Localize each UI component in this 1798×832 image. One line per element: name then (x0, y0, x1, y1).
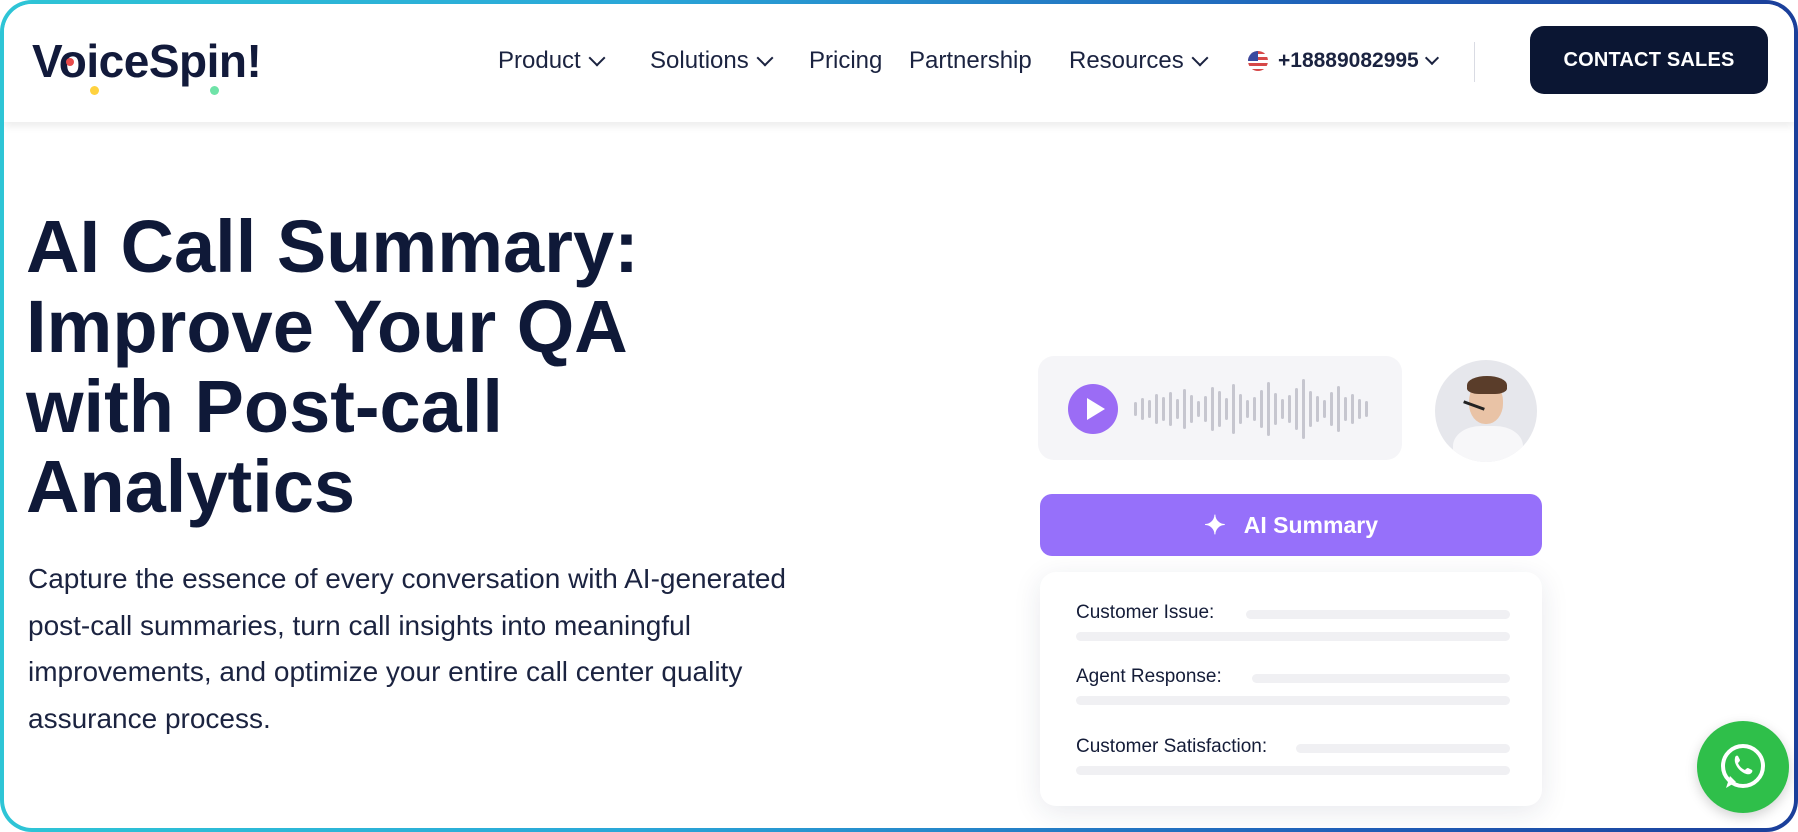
nav-divider (1474, 42, 1475, 82)
placeholder-line (1076, 696, 1510, 705)
waveform-bar (1337, 386, 1340, 432)
summary-field-label: Customer Issue: (1076, 602, 1215, 623)
play-button[interactable] (1068, 384, 1118, 434)
waveform-bar (1267, 382, 1270, 436)
hero-title-line: Improve Your QA (26, 285, 628, 368)
waveform-bar (1134, 402, 1137, 416)
waveform-bar (1232, 384, 1235, 434)
waveform-bar (1190, 395, 1193, 423)
hero-title-line: with Post-call (26, 365, 503, 448)
ai-summary-button[interactable]: ✦ AI Summary (1040, 494, 1542, 556)
waveform-bar (1204, 396, 1207, 422)
page-frame: VoiceSpin! Product Solutions Pricing Par… (0, 0, 1798, 832)
placeholder-line (1076, 766, 1510, 775)
phone-number: +18889082995 (1278, 49, 1419, 72)
phone-selector[interactable]: +18889082995 (1248, 44, 1439, 78)
waveform-bar (1344, 397, 1347, 421)
nav-resources[interactable]: Resources (1069, 44, 1209, 78)
audio-player-card (1038, 356, 1402, 460)
us-flag-icon (1248, 51, 1268, 71)
nav-partnership[interactable]: Partnership (909, 44, 1032, 78)
waveform-bar (1141, 398, 1144, 420)
nav-pricing-label: Pricing (809, 47, 883, 74)
whatsapp-icon (1721, 744, 1765, 788)
chevron-down-icon (1424, 50, 1439, 66)
waveform-bar (1330, 392, 1333, 426)
whatsapp-chat-button[interactable] (1697, 721, 1789, 813)
waveform-bar (1281, 399, 1284, 419)
waveform-bar (1309, 391, 1312, 427)
waveform-bar (1316, 396, 1319, 422)
placeholder-line (1246, 610, 1510, 619)
summary-card: Customer Issue: Agent Response: Customer… (1040, 572, 1542, 806)
waveform-bar (1288, 395, 1291, 423)
sparkle-icon: ✦ (1203, 510, 1226, 540)
waveform-bar (1169, 392, 1172, 426)
waveform-bar (1183, 389, 1186, 429)
logo-dot-yellow (90, 86, 99, 95)
hero-subtitle-line: Capture the essence of every conversatio… (28, 563, 786, 594)
site-header: VoiceSpin! Product Solutions Pricing Par… (4, 4, 1794, 122)
waveform (1134, 374, 1384, 444)
waveform-bar (1323, 400, 1326, 418)
summary-field-label: Agent Response: (1076, 666, 1222, 687)
ai-summary-label: AI Summary (1243, 511, 1378, 538)
waveform-bar (1225, 398, 1228, 420)
avatar-hair (1467, 376, 1507, 394)
placeholder-line (1252, 674, 1510, 683)
avatar-body (1453, 426, 1523, 462)
contact-sales-button[interactable]: CONTACT SALES (1530, 26, 1768, 94)
nav-product[interactable]: Product (498, 44, 606, 78)
waveform-bar (1365, 401, 1368, 417)
waveform-bar (1211, 387, 1214, 431)
summary-row: Customer Satisfaction: (1076, 736, 1510, 780)
nav-pricing[interactable]: Pricing (809, 44, 882, 78)
nav-product-label: Product (498, 47, 581, 74)
hero-subtitle: Capture the essence of every conversatio… (28, 556, 878, 742)
waveform-bar (1197, 401, 1200, 417)
waveform-bar (1253, 397, 1256, 421)
hero-subtitle-line: improvements, and optimize your entire c… (28, 656, 743, 687)
hero-title: AI Call Summary: Improve Your QA with Po… (26, 207, 766, 527)
main-nav: Product Solutions Pricing Partnership Re… (4, 44, 1794, 78)
waveform-bar (1218, 391, 1221, 427)
summary-field-label: Customer Satisfaction: (1076, 736, 1268, 757)
hero-subtitle-line: assurance process. (28, 702, 271, 734)
summary-row: Customer Issue: (1076, 602, 1510, 646)
nav-solutions[interactable]: Solutions (650, 44, 774, 78)
waveform-bar (1351, 394, 1354, 424)
nav-solutions-label: Solutions (650, 47, 749, 74)
waveform-bar (1246, 400, 1249, 418)
waveform-bar (1358, 399, 1361, 419)
waveform-bar (1155, 394, 1158, 424)
placeholder-line (1076, 632, 1510, 641)
waveform-bar (1176, 399, 1179, 419)
summary-row: Agent Response: (1076, 666, 1510, 710)
nav-resources-label: Resources (1069, 47, 1184, 74)
chevron-down-icon (1191, 49, 1209, 67)
agent-avatar (1435, 360, 1537, 462)
hero-title-line: AI Call Summary: (26, 205, 639, 288)
chevron-down-icon (756, 49, 774, 67)
waveform-bar (1274, 393, 1277, 425)
hero-subtitle-line: post-call summaries, turn call insights … (28, 609, 691, 641)
chevron-down-icon (588, 49, 606, 67)
waveform-bar (1302, 379, 1305, 439)
placeholder-line (1296, 744, 1510, 753)
nav-partnership-label: Partnership (909, 47, 1032, 74)
waveform-bar (1239, 394, 1242, 424)
logo-dot-green (210, 86, 219, 95)
page: VoiceSpin! Product Solutions Pricing Par… (4, 4, 1794, 828)
waveform-bar (1260, 390, 1263, 428)
waveform-bar (1148, 400, 1151, 418)
hero-title-line: Analytics (26, 445, 356, 528)
waveform-bar (1295, 388, 1298, 430)
waveform-bar (1162, 397, 1165, 421)
